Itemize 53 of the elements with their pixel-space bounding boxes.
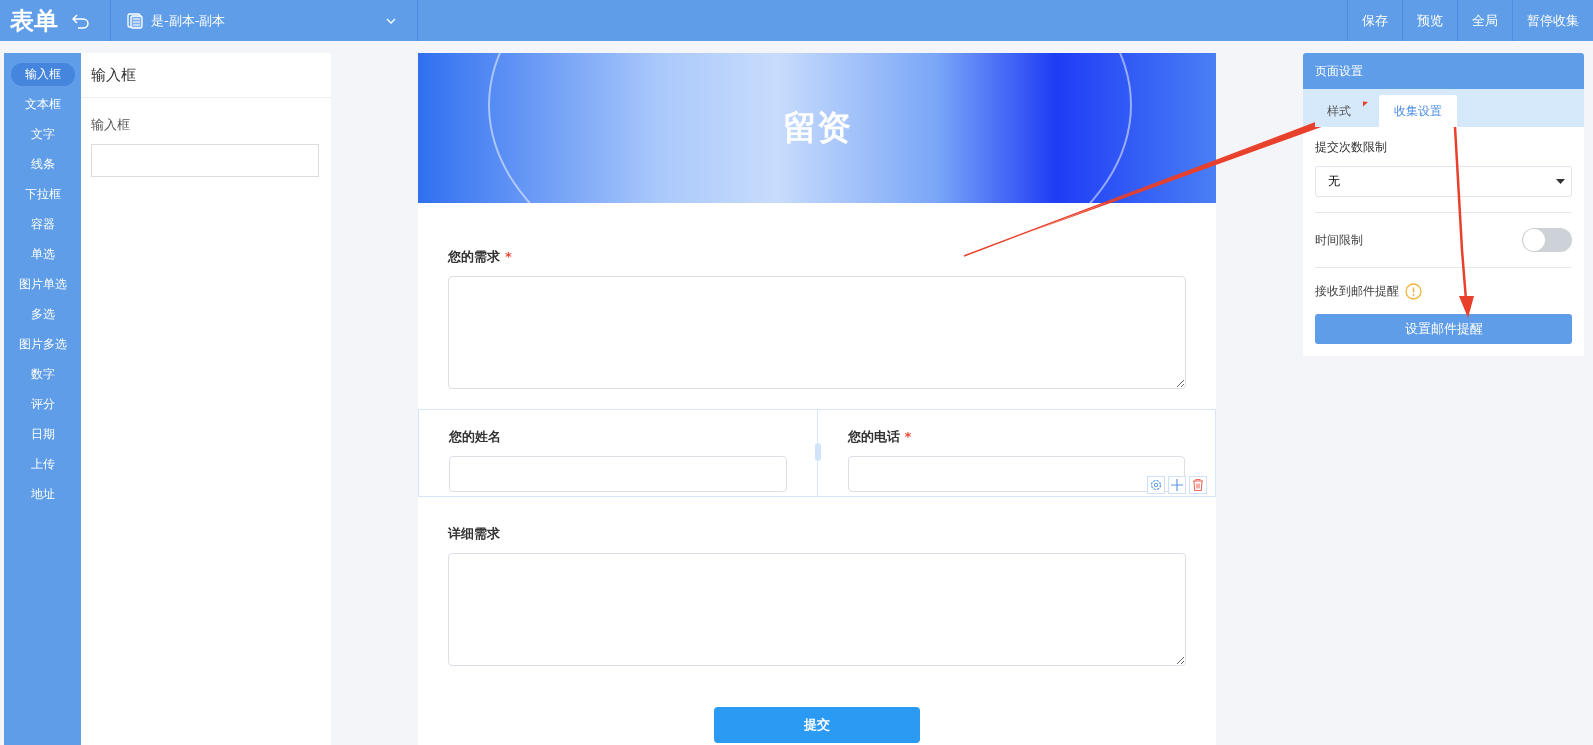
undo-icon[interactable]	[72, 12, 90, 29]
text-area[interactable]	[448, 553, 1186, 666]
palette-item[interactable]: 多选	[10, 303, 75, 326]
panel-header: 页面设置	[1303, 53, 1584, 89]
setting-label: 时间限制	[1315, 231, 1363, 249]
chevron-down-icon	[385, 16, 397, 25]
palette-item[interactable]: 文本框	[10, 93, 75, 116]
palette-item[interactable]: 输入框	[10, 63, 75, 86]
setting-label: 接收到邮件提醒	[1315, 283, 1399, 300]
required-mark: *	[505, 249, 512, 264]
palette-item[interactable]: 图片单选	[10, 273, 75, 296]
submit-button[interactable]: 提交	[714, 707, 920, 743]
palette-item[interactable]: 容器	[10, 213, 75, 236]
field-label: 您的姓名	[449, 429, 501, 444]
palette-item[interactable]: 下拉框	[10, 183, 75, 206]
email-reminder-button[interactable]: 设置邮件提醒	[1315, 314, 1572, 344]
dropdown-arrow-icon	[1556, 179, 1565, 184]
palette-item[interactable]: 评分	[10, 393, 75, 416]
input-field[interactable]	[91, 144, 319, 177]
toolbar-button[interactable]: 预览	[1402, 0, 1457, 41]
setting-label: 提交次数限制	[1315, 139, 1388, 156]
palette-item[interactable]: 文字	[10, 123, 75, 146]
form-title: 留资	[783, 106, 851, 149]
palette-item[interactable]: 日期	[10, 423, 75, 446]
field-label: 您的需求	[448, 249, 500, 264]
settings-icon[interactable]	[1147, 476, 1165, 494]
warning-icon	[1405, 283, 1422, 300]
field-label: 详细需求	[448, 526, 500, 541]
toolbar-button[interactable]: 暂停收集	[1512, 0, 1593, 41]
settings-tab[interactable]: 收集设置	[1379, 95, 1457, 127]
text-area[interactable]	[448, 276, 1186, 389]
toggle-switch[interactable]	[1522, 228, 1572, 252]
required-mark: *	[904, 429, 912, 444]
app-logo: 表单	[9, 5, 59, 37]
toolbar-button[interactable]: 保存	[1347, 0, 1402, 41]
dropdown-field[interactable]: 无	[1315, 166, 1572, 197]
panel-title: 输入框	[81, 53, 331, 98]
palette-item[interactable]: 线条	[10, 153, 75, 176]
input-field[interactable]	[847, 456, 1185, 492]
palette-item[interactable]: 上传	[10, 453, 75, 476]
add-icon[interactable]	[1168, 476, 1186, 494]
input-field[interactable]	[449, 456, 787, 492]
toolbar-button[interactable]: 全局	[1457, 0, 1512, 41]
field-label: 您的电话	[847, 429, 900, 444]
field-label: 输入框	[91, 116, 131, 134]
resize-handle[interactable]	[815, 443, 821, 461]
delete-icon[interactable]	[1189, 476, 1207, 494]
document-icon	[127, 12, 143, 29]
palette-item[interactable]: 图片多选	[10, 333, 75, 356]
document-selector[interactable]: 是-副本-副本	[110, 0, 418, 41]
palette-item[interactable]: 单选	[10, 243, 75, 266]
palette-item[interactable]: 地址	[10, 483, 75, 506]
palette-item[interactable]: 数字	[10, 363, 75, 386]
